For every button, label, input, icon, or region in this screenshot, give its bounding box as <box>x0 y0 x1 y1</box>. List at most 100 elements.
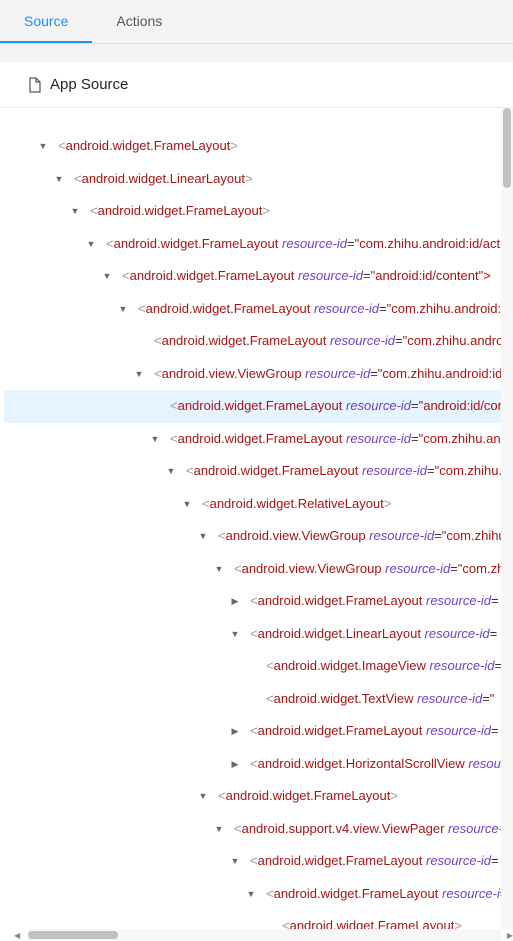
chevron-down-icon[interactable] <box>150 423 160 456</box>
angle-bracket: > <box>245 171 253 186</box>
attr-value: " <box>490 691 495 706</box>
attr-name: resource-i <box>442 886 500 901</box>
tree-node[interactable]: <android.widget.LinearLayout> <box>4 163 501 196</box>
chevron-down-icon[interactable] <box>54 163 64 196</box>
element-tag: android.widget.FrameLayout <box>178 431 343 446</box>
angle-bracket: > <box>384 496 392 511</box>
tree-node[interactable]: <android.widget.FrameLayout> <box>4 130 501 163</box>
chevron-right-icon[interactable] <box>230 748 240 781</box>
tree-node[interactable]: <android.widget.FrameLayout> <box>4 780 501 813</box>
angle-bracket: < <box>138 301 146 316</box>
attr-name: resource-id <box>426 853 491 868</box>
angle-bracket: > <box>454 918 462 929</box>
element-tag: android.widget.FrameLayout <box>258 853 423 868</box>
vertical-scrollbar-thumb[interactable] <box>503 108 511 188</box>
element-tag: android.widget.FrameLayout <box>178 398 343 413</box>
tree-node[interactable]: <android.widget.FrameLayout resource-id=… <box>4 455 501 488</box>
tree-node[interactable]: <android.widget.FrameLayout resource-id= <box>4 845 501 878</box>
attr-name: resource-id <box>314 301 379 316</box>
tree-node[interactable]: <android.widget.FrameLayout resource-id=… <box>4 260 501 293</box>
attr-eq: = <box>491 593 499 608</box>
attr-eq: = <box>347 236 355 251</box>
chevron-down-icon[interactable] <box>230 618 240 651</box>
tree-node[interactable]: <android.widget.TextView resource-id=" <box>4 683 501 716</box>
tree-node[interactable]: <android.view.ViewGroup resource-id="com… <box>4 553 501 586</box>
attr-name: resource-id <box>417 691 482 706</box>
vertical-scrollbar[interactable] <box>501 108 513 929</box>
angle-bracket: < <box>250 853 258 868</box>
tree-node[interactable]: <android.widget.FrameLayout resource-id=… <box>4 228 501 261</box>
tree-node[interactable]: <android.widget.FrameLayout> <box>4 910 501 929</box>
tree-node[interactable]: <android.widget.FrameLayout resource-i= <box>4 878 501 911</box>
tree-node[interactable]: <android.widget.FrameLayout resource-id= <box>4 715 501 748</box>
element-tag: android.widget.FrameLayout <box>130 268 295 283</box>
attr-name: resource-id <box>369 528 434 543</box>
attr-value: "com.zhihu.an <box>435 463 501 478</box>
chevron-down-icon[interactable] <box>246 878 256 911</box>
element-tag: android.widget.RelativeLayout <box>210 496 384 511</box>
panel-title: App Source <box>50 76 128 93</box>
angle-bracket: < <box>250 626 258 641</box>
attr-value: "android:id/conte <box>419 398 501 413</box>
tree-node[interactable]: <android.widget.FrameLayout resource-id=… <box>4 325 501 358</box>
element-tag: android.view.ViewGroup <box>162 366 302 381</box>
chevron-down-icon[interactable] <box>198 780 208 813</box>
horizontal-scrollbar-thumb[interactable] <box>28 931 118 939</box>
element-tag: android.widget.FrameLayout <box>66 138 231 153</box>
tree-node[interactable]: <android.widget.RelativeLayout> <box>4 488 501 521</box>
angle-bracket: < <box>234 821 242 836</box>
chevron-down-icon[interactable] <box>102 260 112 293</box>
attr-eq: = <box>379 301 387 316</box>
angle-bracket: < <box>58 138 66 153</box>
chevron-down-icon[interactable] <box>198 520 208 553</box>
attr-eq: = <box>363 268 371 283</box>
tree-node[interactable]: <android.widget.LinearLayout resource-id… <box>4 618 501 651</box>
tree-node[interactable]: <android.support.v4.view.ViewPager resou… <box>4 813 501 846</box>
tree-view[interactable]: <android.widget.FrameLayout><android.wid… <box>0 108 501 929</box>
chevron-down-icon[interactable] <box>86 228 96 261</box>
angle-bracket: < <box>106 236 114 251</box>
element-tag: android.widget.FrameLayout <box>98 203 263 218</box>
panel-app-source: App Source <android.widget.FrameLayout><… <box>0 62 513 941</box>
chevron-down-icon[interactable] <box>38 130 48 163</box>
chevron-down-icon[interactable] <box>70 195 80 228</box>
tree-node[interactable]: <android.widget.FrameLayout resource-id=… <box>4 293 501 326</box>
tree-node[interactable]: <android.view.ViewGroup resource-id="com… <box>4 520 501 553</box>
attr-eq: = <box>482 691 490 706</box>
element-tag: android.support.v4.view.ViewPager <box>242 821 445 836</box>
chevron-right-icon[interactable] <box>230 585 240 618</box>
attr-name: resource-id <box>429 658 494 673</box>
tab-actions[interactable]: Actions <box>92 0 186 43</box>
angle-bracket: < <box>234 561 242 576</box>
chevron-down-icon[interactable] <box>214 553 224 586</box>
tab-source[interactable]: Source <box>0 0 92 43</box>
chevron-down-icon[interactable] <box>134 358 144 391</box>
chevron-right-icon[interactable] <box>230 715 240 748</box>
chevron-down-icon[interactable] <box>214 813 224 846</box>
tree-node[interactable]: <android.widget.FrameLayout resource-id= <box>4 585 501 618</box>
attr-name: resource-id <box>282 236 347 251</box>
attr-value: "com.zhihu.andro <box>419 431 501 446</box>
tree-node[interactable]: <android.widget.ImageView resource-id= <box>4 650 501 683</box>
chevron-down-icon[interactable] <box>166 455 176 488</box>
element-tag: android.widget.FrameLayout <box>114 236 279 251</box>
panel-header: App Source <box>0 62 513 108</box>
attr-name: resource-id <box>346 431 411 446</box>
file-icon <box>28 77 42 93</box>
attr-name: resource-id <box>426 723 491 738</box>
horizontal-scrollbar[interactable] <box>28 929 501 941</box>
tree-node[interactable]: <android.widget.FrameLayout resource-id=… <box>4 390 501 423</box>
angle-bracket: < <box>202 496 210 511</box>
attr-name: resource-id <box>385 561 450 576</box>
tree-node[interactable]: <android.widget.FrameLayout> <box>4 195 501 228</box>
tree-node[interactable]: <android.widget.HorizontalScrollView res… <box>4 748 501 781</box>
angle-bracket: < <box>74 171 82 186</box>
tree-node[interactable]: <android.view.ViewGroup resource-id="com… <box>4 358 501 391</box>
chevron-down-icon[interactable] <box>182 488 192 521</box>
element-tag: android.widget.FrameLayout <box>290 918 455 929</box>
attr-eq: = <box>370 366 378 381</box>
element-tag: android.widget.LinearLayout <box>82 171 245 186</box>
chevron-down-icon[interactable] <box>230 845 240 878</box>
tree-node[interactable]: <android.widget.FrameLayout resource-id=… <box>4 423 501 456</box>
chevron-down-icon[interactable] <box>118 293 128 326</box>
